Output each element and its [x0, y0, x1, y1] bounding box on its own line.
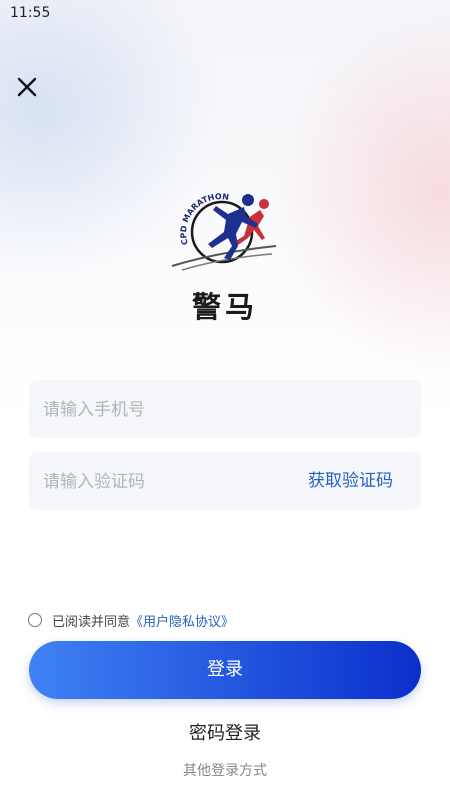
phone-field [29, 380, 421, 440]
status-bar-time: 11:55 [10, 5, 51, 21]
marathon-logo: CPD MARATHON [168, 192, 282, 274]
phone-input[interactable] [41, 380, 413, 440]
privacy-policy-link[interactable]: 《用户隐私协议》 [130, 611, 234, 630]
agreement-row: 已阅读并同意 《用户隐私协议》 [28, 610, 234, 630]
brand-name: 警马 [191, 290, 258, 324]
other-login-link[interactable]: 其他登录方式 [0, 760, 450, 780]
agreement-radio[interactable] [28, 613, 42, 627]
get-code-button[interactable]: 获取验证码 [308, 452, 393, 510]
password-login-link[interactable]: 密码登录 [0, 719, 450, 745]
close-button[interactable] [14, 74, 40, 100]
verification-code-input[interactable] [41, 452, 295, 512]
agreement-text: 已阅读并同意 [52, 614, 131, 630]
close-icon [17, 77, 37, 97]
code-field: 获取验证码 [29, 452, 421, 512]
login-button[interactable]: 登录 [29, 641, 421, 699]
